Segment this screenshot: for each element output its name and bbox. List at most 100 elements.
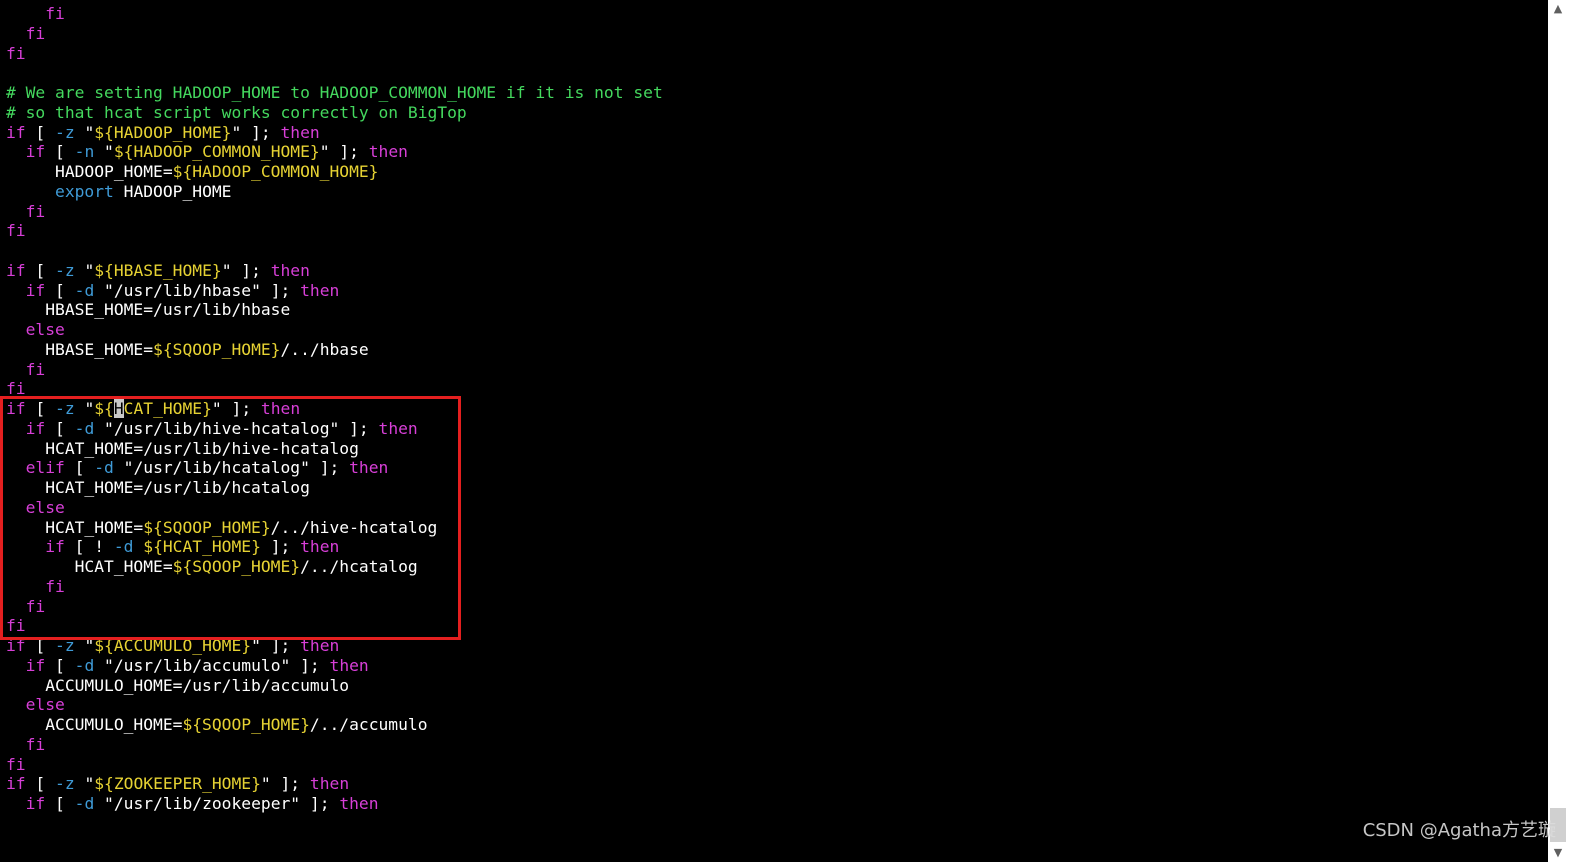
code-token: # so that hcat script works correctly on… xyxy=(6,102,467,122)
code-token: " ]; xyxy=(319,142,369,162)
code-token: " ]; xyxy=(251,636,301,655)
code-token: fi xyxy=(45,576,65,596)
code-token: ]; xyxy=(260,537,301,557)
code-token: -d xyxy=(74,280,95,300)
code-token: [ xyxy=(25,399,56,418)
code-line: HCAT_HOME=${SQOOP_HOME}/../hive-hcatalog xyxy=(6,518,1546,538)
code-token: ${ xyxy=(94,399,114,418)
code-token: then xyxy=(339,794,379,813)
code-line: fi xyxy=(6,44,1546,64)
code-line: elif [ -d "/usr/lib/hcatalog" ]; then xyxy=(6,458,1546,478)
code-token: [ xyxy=(25,122,56,142)
text-cursor: H xyxy=(113,399,124,418)
code-token: /../hive-hcatalog xyxy=(270,517,438,537)
code-token: /../hcatalog xyxy=(300,557,418,576)
code-token: if xyxy=(25,142,46,162)
code-token: ${SQOOP_HOME} xyxy=(172,557,301,576)
code-token: [ xyxy=(25,636,56,655)
code-token: ${ZOOKEEPER_HOME} xyxy=(94,774,261,794)
code-token: " xyxy=(74,260,95,280)
code-line: if [ -z "${HCAT_HOME}" ]; then xyxy=(6,399,1546,419)
code-line: ACCUMULO_HOME=/usr/lib/accumulo xyxy=(6,676,1546,696)
code-token: fi xyxy=(25,359,46,379)
scroll-down-arrow-icon[interactable]: ▼ xyxy=(1548,844,1568,862)
vertical-scrollbar[interactable]: ▲ ▼ xyxy=(1548,0,1568,862)
code-token: then xyxy=(309,774,350,794)
code-token: " xyxy=(74,122,95,142)
code-line: if [ ! -d ${HCAT_HOME} ]; then xyxy=(6,537,1546,557)
code-token: then xyxy=(329,655,369,675)
code-line: fi xyxy=(6,360,1546,380)
code-token: [ xyxy=(25,260,56,280)
code-token: [ xyxy=(25,774,56,794)
code-token: fi xyxy=(6,754,26,774)
code-token: then xyxy=(349,458,389,478)
window-edge xyxy=(1568,0,1592,862)
code-token: [ xyxy=(45,280,75,300)
code-token: [ xyxy=(64,458,95,478)
code-line: if [ -z "${ZOOKEEPER_HOME}" ]; then xyxy=(6,774,1546,794)
code-token: ${HCAT_HOME} xyxy=(143,537,261,557)
code-token: ${HBASE_HOME} xyxy=(94,260,222,280)
code-token: -z xyxy=(55,774,75,794)
code-token: "/usr/lib/hbase" ]; xyxy=(94,280,301,300)
code-token: fi xyxy=(25,201,46,221)
code-token: ${HADOOP_COMMON_HOME} xyxy=(172,162,379,181)
code-token: HCAT_HOME=/usr/lib/hcatalog xyxy=(6,478,310,497)
code-line: fi xyxy=(6,221,1546,241)
code-token: -z xyxy=(55,122,75,142)
code-token: then xyxy=(300,636,340,655)
code-token: " xyxy=(74,399,95,418)
scroll-up-arrow-icon[interactable]: ▲ xyxy=(1548,0,1568,18)
code-token: "/usr/lib/hcatalog" ]; xyxy=(113,458,350,478)
code-token: ${SQOOP_HOME} xyxy=(153,339,281,359)
code-token: ${HADOOP_HOME} xyxy=(94,122,232,142)
code-line: if [ -n "${HADOOP_COMMON_HOME}" ]; then xyxy=(6,142,1546,162)
code-token: then xyxy=(280,122,320,142)
code-token: CAT_HOME} xyxy=(123,399,212,418)
code-line: fi xyxy=(6,24,1546,44)
code-token: HBASE_HOME= xyxy=(6,339,154,359)
code-line: fi xyxy=(6,755,1546,775)
code-token: elif xyxy=(25,458,65,478)
code-token: -z xyxy=(55,636,75,655)
code-token: [ xyxy=(45,418,75,438)
code-line: fi xyxy=(6,577,1546,597)
code-token: "/usr/lib/accumulo" ]; xyxy=(94,655,330,675)
code-token: HBASE_HOME=/usr/lib/hbase xyxy=(6,300,291,320)
code-token: if xyxy=(6,122,26,142)
code-token: ACCUMULO_HOME=/usr/lib/accumulo xyxy=(6,675,350,695)
code-token: fi xyxy=(25,23,46,43)
code-token: -d xyxy=(74,418,95,438)
code-token: then xyxy=(378,418,418,438)
code-token: ACCUMULO_HOME= xyxy=(6,715,183,734)
code-line: fi xyxy=(6,735,1546,755)
code-token: -z xyxy=(55,399,75,418)
code-token: HCAT_HOME= xyxy=(6,557,173,576)
code-line: if [ -d "/usr/lib/accumulo" ]; then xyxy=(6,656,1546,676)
code-line: HCAT_HOME=/usr/lib/hcatalog xyxy=(6,478,1546,498)
code-line: # We are setting HADOOP_HOME to HADOOP_C… xyxy=(6,83,1546,103)
code-token: " ]; xyxy=(231,122,281,142)
code-token: else xyxy=(25,320,65,339)
code-token: -d xyxy=(74,794,95,813)
code-token: then xyxy=(300,280,340,300)
code-token: " ]; xyxy=(260,774,310,794)
code-token: if xyxy=(6,774,26,794)
code-token: fi xyxy=(6,616,26,636)
code-line: fi xyxy=(6,379,1546,399)
code-line: if [ -d "/usr/lib/hive-hcatalog" ]; then xyxy=(6,419,1546,439)
code-line: fi xyxy=(6,4,1546,24)
code-line: HADOOP_HOME=${HADOOP_COMMON_HOME} xyxy=(6,162,1546,182)
terminal-editor[interactable]: fi fi fi # We are setting HADOOP_HOME to H… xyxy=(6,4,1546,844)
